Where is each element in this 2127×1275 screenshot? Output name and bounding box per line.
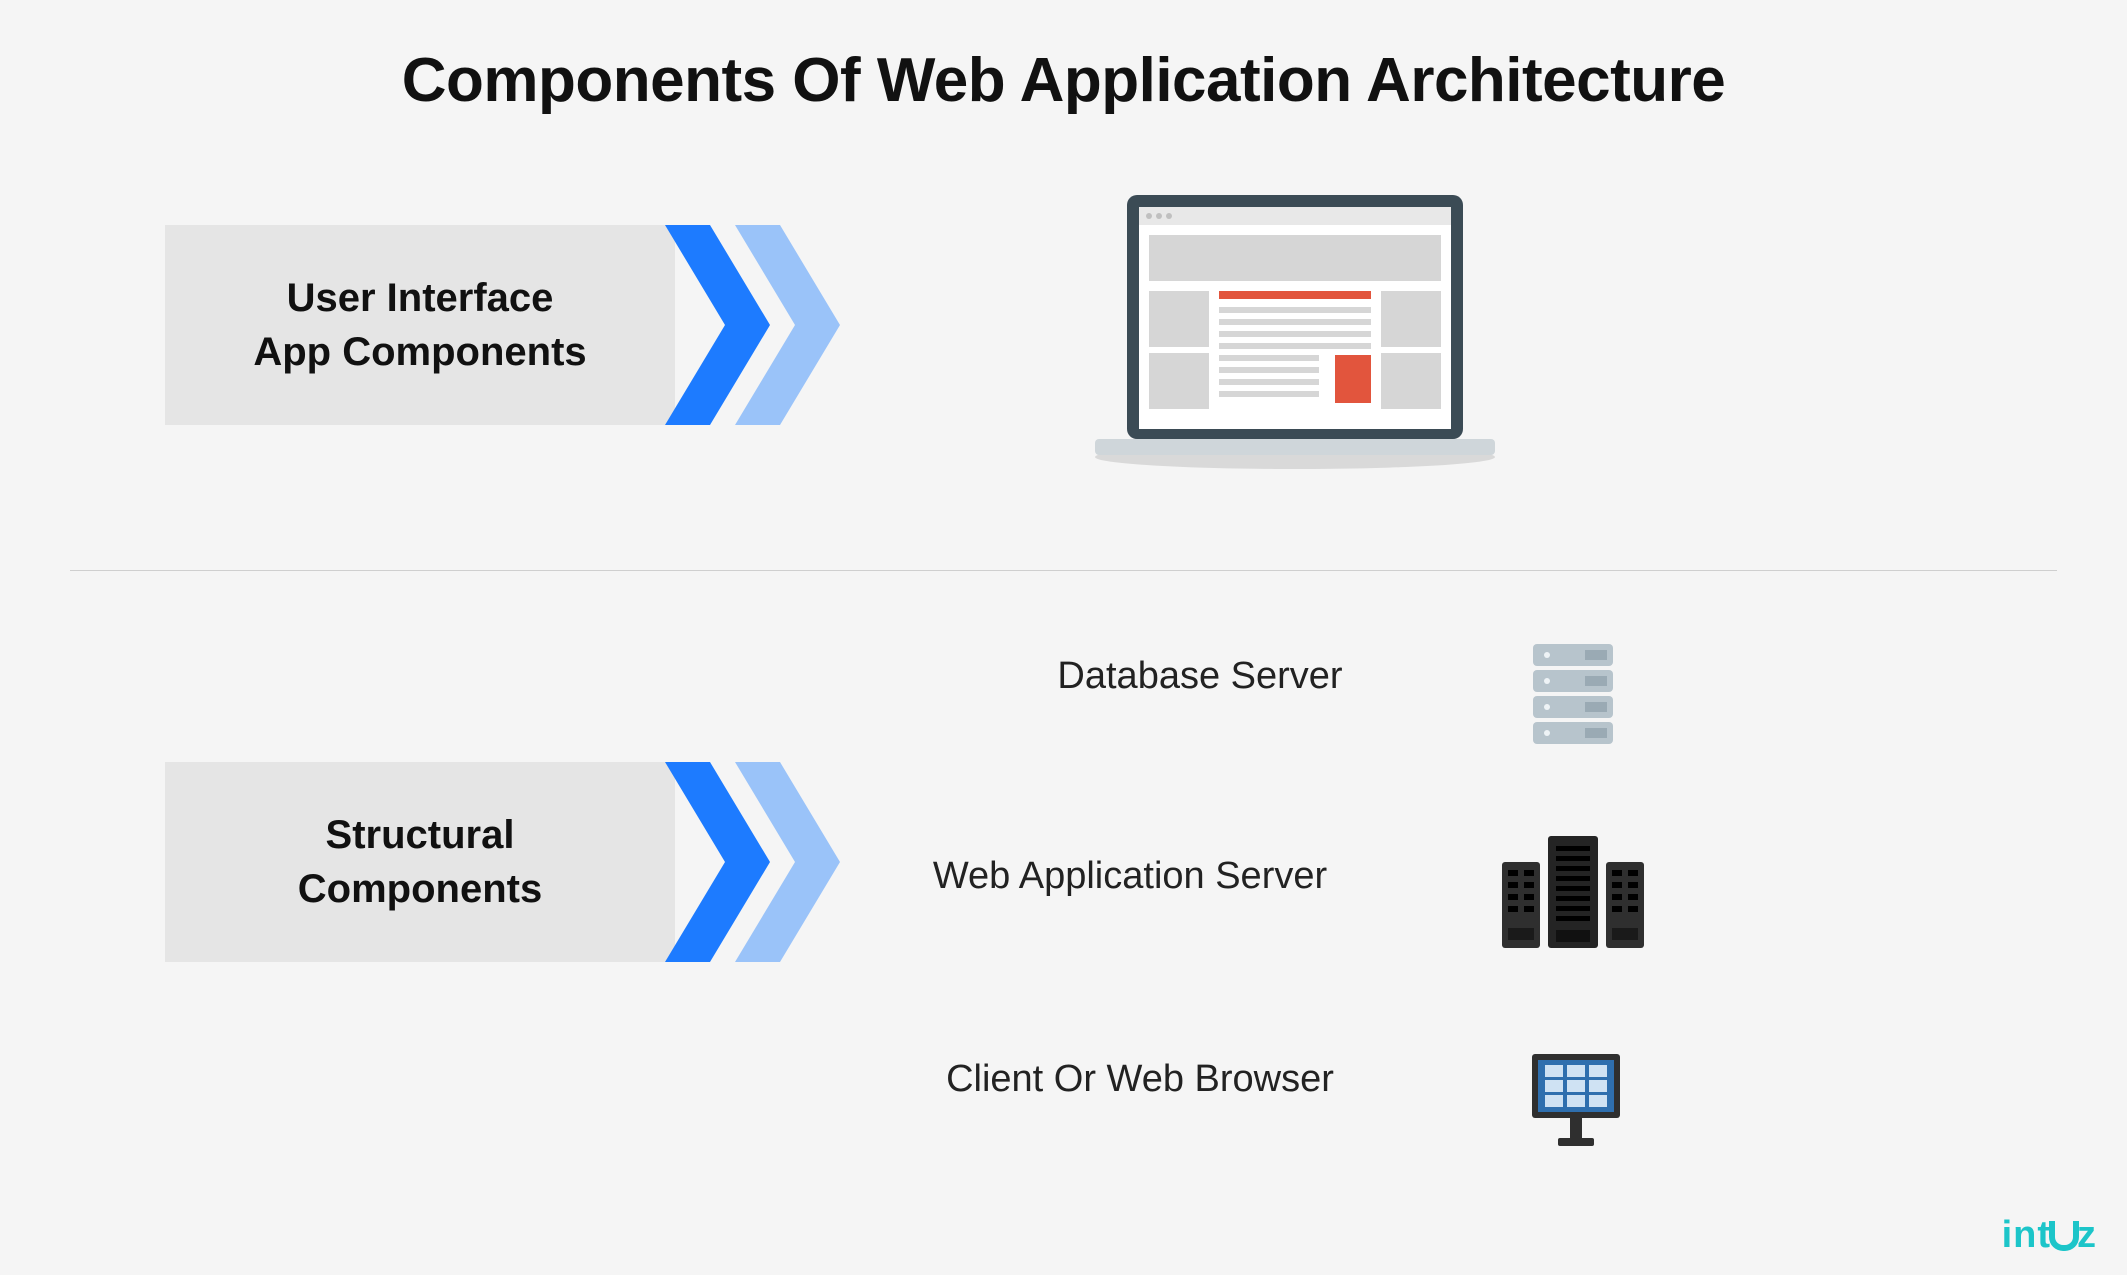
item-web-application-server-label: Web Application Server (870, 855, 1390, 898)
brand-logo-text-2: z (2077, 1214, 2097, 1256)
category-ui-line1: User Interface (287, 271, 554, 325)
category-struct-line2: Components (298, 862, 542, 916)
category-struct-line1: Structural (326, 808, 515, 862)
category-ui-line2: App Components (253, 325, 586, 379)
item-database-server-label: Database Server (940, 655, 1460, 698)
double-chevron-right-icon (665, 225, 865, 425)
database-server-icon (1525, 640, 1621, 755)
monitor-grid-icon (1528, 1050, 1624, 1155)
section-divider (70, 570, 2057, 571)
double-chevron-right-icon (665, 762, 865, 962)
category-ui-components: User Interface App Components (165, 225, 675, 425)
item-client-web-browser-label: Client Or Web Browser (880, 1058, 1400, 1101)
brand-logo: Intz (2002, 1214, 2097, 1257)
diagram-title: Components Of Web Application Architectu… (0, 45, 2127, 116)
brand-logo-u-icon (2049, 1221, 2079, 1251)
category-structural-components: Structural Components (165, 762, 675, 962)
server-cluster-icon (1498, 832, 1648, 957)
brand-logo-text-1: Int (2002, 1214, 2051, 1256)
laptop-web-icon (1095, 195, 1495, 480)
